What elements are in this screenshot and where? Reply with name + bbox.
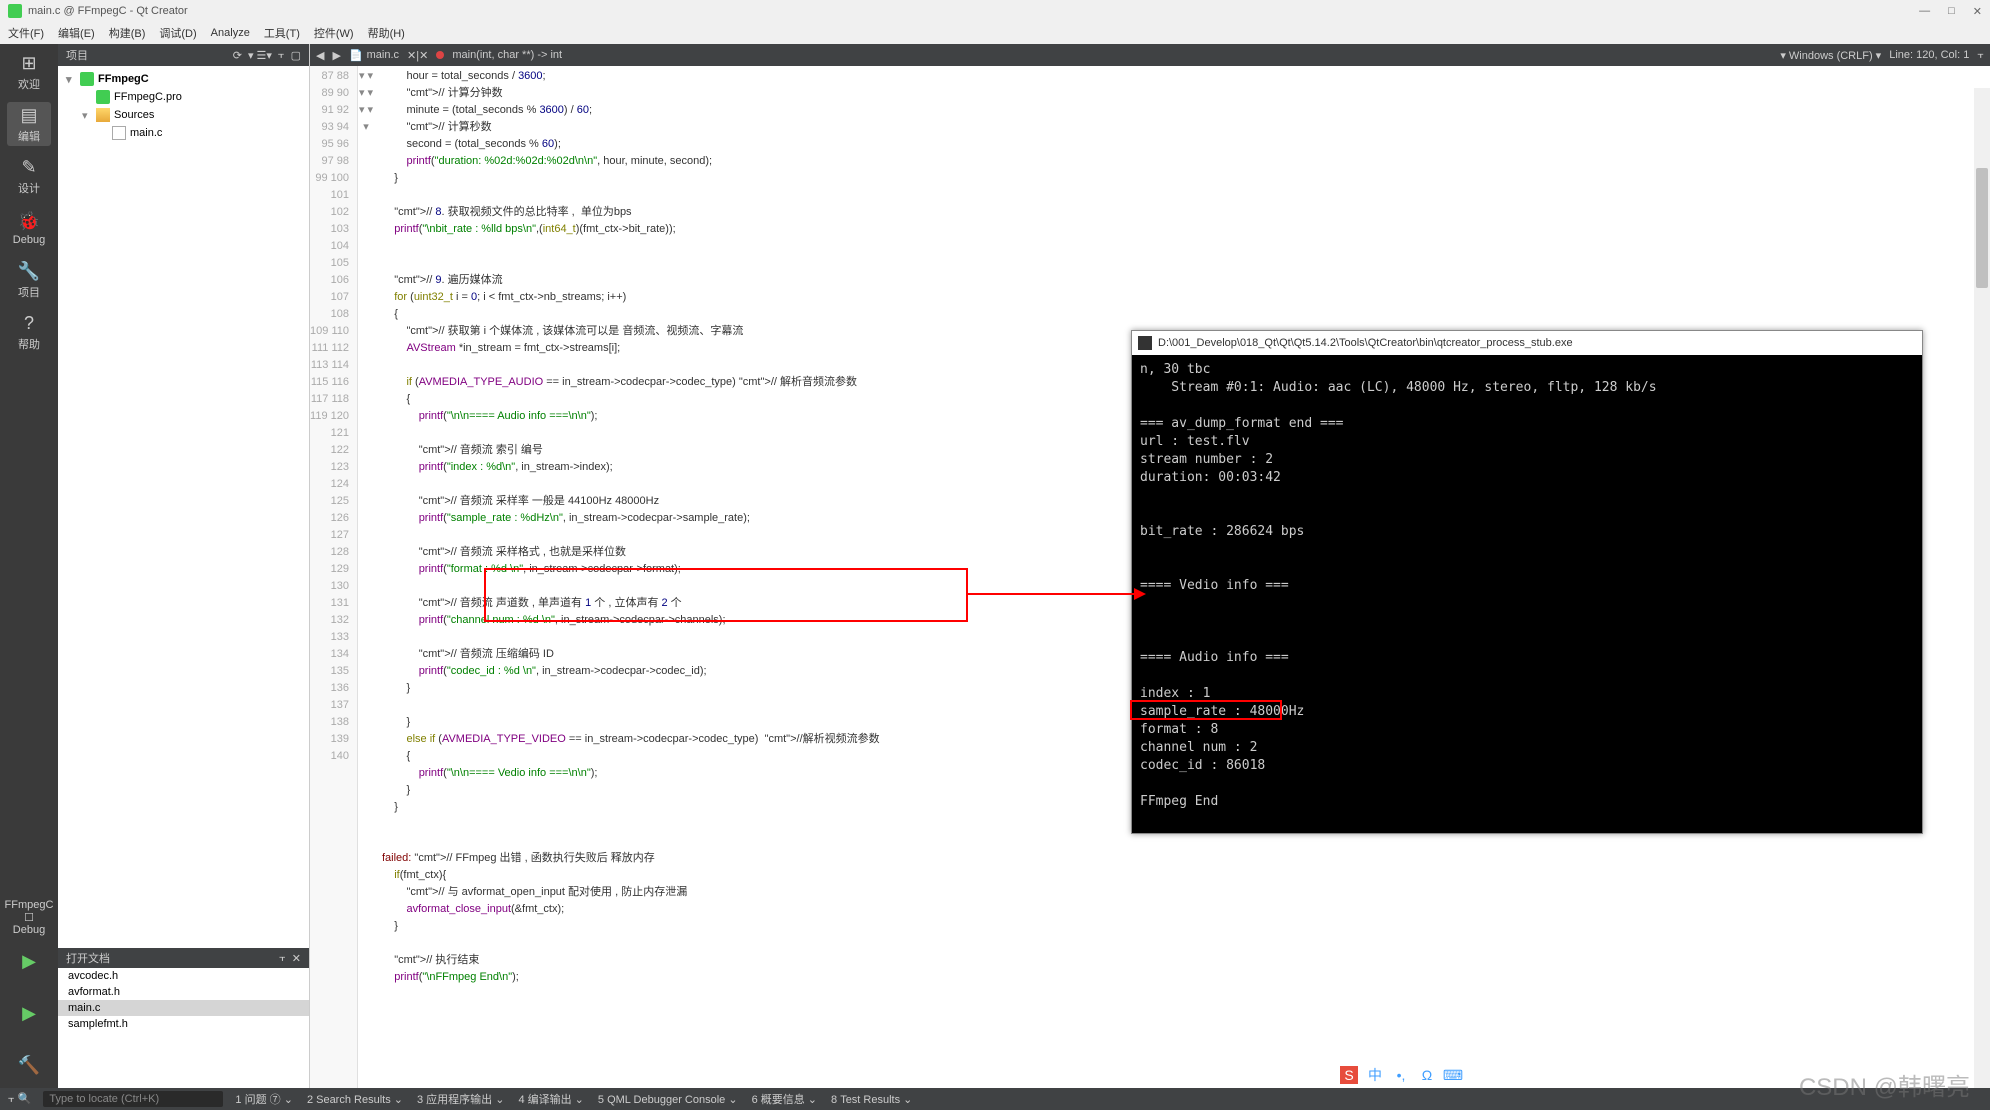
close-icon[interactable]: ✕: [1973, 5, 1982, 18]
doc-item[interactable]: avcodec.h: [58, 968, 309, 984]
menu-item[interactable]: 调试(D): [159, 25, 196, 41]
status-item[interactable]: 4 编译输出 ⌄: [518, 1094, 583, 1106]
maximize-icon[interactable]: □: [1948, 5, 1955, 18]
status-item[interactable]: 2 Search Results ⌄: [307, 1094, 403, 1106]
menu-item[interactable]: 编辑(E): [58, 25, 95, 41]
debug-run-button[interactable]: ▶: [7, 992, 51, 1036]
tray-omega-icon[interactable]: Ω: [1418, 1066, 1436, 1084]
doc-item[interactable]: avformat.h: [58, 984, 309, 1000]
vertical-scrollbar[interactable]: [1974, 88, 1990, 1088]
console-output: n, 30 tbc Stream #0:1: Audio: aac (LC), …: [1132, 355, 1922, 817]
nav-back-icon[interactable]: ◀: [316, 49, 324, 62]
split-editor-icon[interactable]: ⫟: [1977, 49, 1984, 62]
mode-帮助[interactable]: ?帮助: [7, 310, 51, 354]
sync-icon[interactable]: ⟳: [233, 49, 242, 62]
editor-toolbar: ◀ ▶ 📄 main.c ✕|✕ main(int, char **) -> i…: [310, 44, 1990, 66]
watermark: CSDN @韩曙亮: [1799, 1067, 1970, 1102]
tree-item[interactable]: FFmpegC.pro: [58, 88, 309, 106]
window-controls: — □ ✕: [1919, 5, 1982, 18]
kit-selector[interactable]: FFmpegC☐Debug: [7, 902, 51, 932]
doc-item[interactable]: samplefmt.h: [58, 1016, 309, 1032]
fold-gutter[interactable]: ▾ ▾ ▾ ▾ ▾ ▾ ▾: [358, 66, 374, 1088]
mode-项目[interactable]: 🔧项目: [7, 258, 51, 302]
menu-item[interactable]: 工具(T): [264, 25, 300, 41]
console-titlebar: D:\001_Develop\018_Qt\Qt\Qt5.14.2\Tools\…: [1132, 331, 1922, 355]
run-button[interactable]: ▶: [7, 940, 51, 984]
project-panel-title: 项目: [66, 47, 88, 63]
tray-icons: S 中 •, Ω ⌨: [1340, 1066, 1462, 1084]
line-gutter: 87 88 89 90 91 92 93 94 95 96 97 98 99 1…: [310, 66, 358, 1088]
filter-icon[interactable]: ▾ ☰▾: [248, 49, 272, 62]
tree-item[interactable]: main.c: [58, 124, 309, 142]
menu-item[interactable]: 文件(F): [8, 25, 44, 41]
mode-设计[interactable]: ✎设计: [7, 154, 51, 198]
doc-item[interactable]: main.c: [58, 1000, 309, 1016]
menu-item[interactable]: 控件(W): [314, 25, 354, 41]
status-item[interactable]: 8 Test Results ⌄: [831, 1094, 912, 1106]
encoding-label[interactable]: ▾ Windows (CRLF) ▾: [1780, 49, 1881, 62]
mode-欢迎[interactable]: ⊞欢迎: [7, 50, 51, 94]
tray-zh-icon[interactable]: 中: [1366, 1066, 1384, 1084]
cursor-position[interactable]: Line: 120, Col: 1: [1889, 49, 1969, 61]
status-item[interactable]: 3 应用程序输出 ⌄: [417, 1094, 504, 1106]
tray-punct-icon[interactable]: •,: [1392, 1066, 1410, 1084]
locate-input[interactable]: Type to locate (Ctrl+K): [43, 1091, 223, 1107]
open-docs-title: 打开文档: [66, 950, 110, 966]
project-panel-header: 项目 ⟳ ▾ ☰▾ ⫟ ▢: [58, 44, 309, 66]
tree-item[interactable]: ▾Sources: [58, 106, 309, 124]
split-icon[interactable]: ⫟: [279, 952, 286, 965]
close-icon[interactable]: ✕: [292, 952, 301, 965]
file-name: main.c: [367, 49, 399, 61]
nav-fwd-icon[interactable]: ▶: [332, 49, 340, 62]
split-icon[interactable]: ⫟: [278, 49, 285, 62]
open-docs-header: 打开文档 ⫟ ✕: [58, 948, 309, 968]
qt-logo-icon: [8, 4, 22, 18]
status-item[interactable]: 6 概要信息 ⌄: [752, 1094, 817, 1106]
file-icon: 📄: [349, 49, 363, 62]
close-panel-icon[interactable]: ▢: [291, 49, 301, 62]
status-item[interactable]: 5 QML Debugger Console ⌄: [598, 1094, 738, 1106]
minimize-icon[interactable]: —: [1919, 5, 1930, 18]
modified-icon: [436, 51, 444, 59]
statusbar: ⫟ 🔍 Type to locate (Ctrl+K) 1 问题 ⑦ ⌄ 2 Se…: [0, 1088, 1990, 1110]
menubar: 文件(F) 编辑(E) 构建(B) 调试(D) Analyze 工具(T) 控件(W) 帮助(…: [0, 22, 1990, 44]
menu-item[interactable]: Analyze: [211, 27, 250, 39]
titlebar: main.c @ FFmpegC - Qt Creator — □ ✕: [0, 0, 1990, 22]
tray-keyboard-icon[interactable]: ⌨: [1444, 1066, 1462, 1084]
tray-s-icon[interactable]: S: [1340, 1066, 1358, 1084]
console-window[interactable]: D:\001_Develop\018_Qt\Qt\Qt5.14.2\Tools\…: [1131, 330, 1923, 834]
status-item[interactable]: 1 问题 ⑦ ⌄: [235, 1094, 293, 1106]
tree-item[interactable]: ▾FFmpegC: [58, 70, 309, 88]
hammer-button[interactable]: 🔨: [7, 1044, 51, 1088]
breadcrumb[interactable]: main(int, char **) -> int: [452, 49, 562, 61]
console-title: D:\001_Develop\018_Qt\Qt\Qt5.14.2\Tools\…: [1158, 337, 1573, 349]
mode-Debug[interactable]: 🐞Debug: [7, 206, 51, 250]
close-tab-icon[interactable]: ✕|✕: [407, 49, 428, 62]
file-tab[interactable]: 📄 main.c: [349, 49, 399, 62]
sidebar: 项目 ⟳ ▾ ☰▾ ⫟ ▢ ▾FFmpegCFFmpegC.pro▾Source…: [58, 44, 310, 1088]
locate-icon[interactable]: ⫟ 🔍: [8, 1092, 31, 1106]
left-toolbar: ⊞欢迎 ▤编辑 ✎设计 🐞Debug 🔧项目 ?帮助 FFmpegC☐Debug ▶ ▶ 🔨: [0, 44, 58, 1088]
console-icon: [1138, 336, 1152, 350]
window-title: main.c @ FFmpegC - Qt Creator: [28, 5, 188, 17]
menu-item[interactable]: 帮助(H): [368, 25, 405, 41]
menu-item[interactable]: 构建(B): [109, 25, 146, 41]
open-docs-list[interactable]: avcodec.havformat.hmain.csamplefmt.h: [58, 968, 309, 1088]
project-tree[interactable]: ▾FFmpegCFFmpegC.pro▾Sourcesmain.c: [58, 66, 309, 948]
mode-编辑[interactable]: ▤编辑: [7, 102, 51, 146]
